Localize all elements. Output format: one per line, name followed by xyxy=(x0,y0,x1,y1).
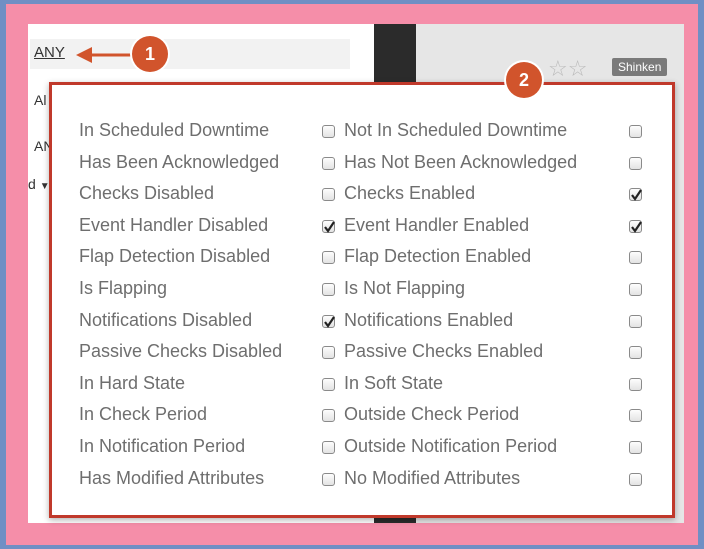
filter-checkbox-right[interactable] xyxy=(629,378,642,391)
filter-label-left: In Check Period xyxy=(79,404,208,424)
filter-label-right: Not In Scheduled Downtime xyxy=(344,120,568,140)
filter-checkbox-left[interactable] xyxy=(322,251,335,264)
filter-checkbox-left[interactable] xyxy=(322,188,335,201)
filter-checkbox-left[interactable] xyxy=(322,125,335,138)
filter-checkbox-right[interactable] xyxy=(629,441,642,454)
filter-checkbox-right[interactable] xyxy=(629,473,642,486)
filter-label-left: Passive Checks Disabled xyxy=(79,341,283,361)
filter-row: In Hard State In Soft State xyxy=(52,372,672,400)
filter-row: Has Modified Attributes No Modified Attri… xyxy=(52,467,672,495)
callout-badge-2: 2 xyxy=(506,62,542,98)
star-icon[interactable]: ☆☆ xyxy=(548,56,587,82)
callout-badge-1: 1 xyxy=(132,36,168,72)
filter-row: Notifications Disabled Notifications Enab… xyxy=(52,309,672,337)
filter-label-left: Event Handler Disabled xyxy=(79,215,269,235)
filter-label-right: Checks Enabled xyxy=(344,183,476,203)
background-option-4: d ▼ xyxy=(28,176,50,192)
filter-checkbox-right[interactable] xyxy=(629,283,642,296)
filter-row: In Notification Period Outside Notificati… xyxy=(52,435,672,463)
filter-checkbox-left[interactable] xyxy=(322,157,335,170)
filter-label-right: Flap Detection Enabled xyxy=(344,246,532,266)
filter-label-left: In Notification Period xyxy=(79,436,246,456)
filter-label-left: In Scheduled Downtime xyxy=(79,120,270,140)
filter-label-right: Notifications Enabled xyxy=(344,310,514,330)
any-option-link[interactable]: ANY xyxy=(34,44,65,61)
filter-checkbox-left[interactable] xyxy=(322,346,335,359)
filter-checkbox-right[interactable] xyxy=(629,125,642,138)
filter-row: Has Been Acknowledged Has Not Been Acknow… xyxy=(52,151,672,179)
filter-checkbox-left[interactable] xyxy=(322,441,335,454)
filter-row: Checks Disabled Checks Enabled xyxy=(52,182,672,210)
filter-row: Flap Detection Disabled Flap Detection En… xyxy=(52,245,672,273)
filter-checkbox-left[interactable] xyxy=(322,378,335,391)
background-option-2[interactable]: Al xyxy=(34,92,46,108)
shinken-badge: Shinken xyxy=(612,58,668,76)
callout-arrow-icon xyxy=(76,47,136,63)
filter-checkbox-left[interactable] xyxy=(322,473,335,486)
filter-label-right: Event Handler Enabled xyxy=(344,215,530,235)
filter-checkbox-right[interactable] xyxy=(629,220,642,233)
filter-checkbox-left[interactable] xyxy=(322,283,335,296)
filter-label-right: Is Not Flapping xyxy=(344,278,466,298)
filter-row: Passive Checks Disabled Passive Checks En… xyxy=(52,340,672,368)
filter-checkbox-right[interactable] xyxy=(629,188,642,201)
filter-label-right: Outside Notification Period xyxy=(344,436,558,456)
filter-checkbox-right[interactable] xyxy=(629,157,642,170)
filter-label-left: In Hard State xyxy=(79,373,186,393)
filter-label-left: Flap Detection Disabled xyxy=(79,246,271,266)
filter-checkbox-left[interactable] xyxy=(322,220,335,233)
filter-checkbox-left[interactable] xyxy=(322,409,335,422)
filter-row: Event Handler Disabled Event Handler Enab… xyxy=(52,214,672,242)
filter-checkbox-right[interactable] xyxy=(629,251,642,264)
filter-label-left: Has Been Acknowledged xyxy=(79,152,280,172)
filter-label-right: Has Not Been Acknowledged xyxy=(344,152,578,172)
filter-label-left: Has Modified Attributes xyxy=(79,468,265,488)
filter-checkbox-right[interactable] xyxy=(629,315,642,328)
filter-label-right: Passive Checks Enabled xyxy=(344,341,544,361)
filter-label-left: Checks Disabled xyxy=(79,183,215,203)
filter-checkbox-left[interactable] xyxy=(322,315,335,328)
filter-label-right: No Modified Attributes xyxy=(344,468,521,488)
filter-row: In Check Period Outside Check Period xyxy=(52,403,672,431)
filter-label-left: Is Flapping xyxy=(79,278,168,298)
filter-row: In Scheduled Downtime Not In Scheduled Do… xyxy=(52,119,672,147)
filter-checkbox-right[interactable] xyxy=(629,346,642,359)
filter-label-right: In Soft State xyxy=(344,373,444,393)
filter-row: Is Flapping Is Not Flapping xyxy=(52,277,672,305)
attribute-filter-popup: In Scheduled Downtime Not In Scheduled Do… xyxy=(49,82,675,518)
filter-label-right: Outside Check Period xyxy=(344,404,520,424)
filter-label-left: Notifications Disabled xyxy=(79,310,253,330)
filter-checkbox-right[interactable] xyxy=(629,409,642,422)
background-option-4-text: d xyxy=(28,176,36,192)
